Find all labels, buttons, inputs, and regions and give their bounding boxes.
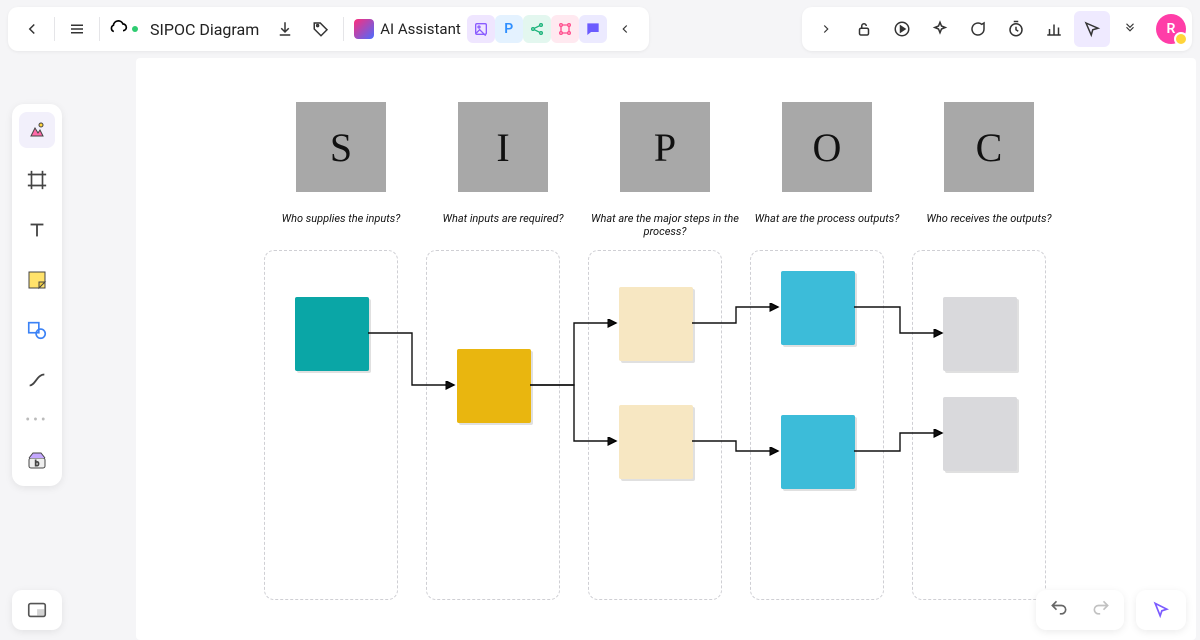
subtext-p: What are the major steps in the process? bbox=[585, 212, 745, 238]
library-tool[interactable]: b bbox=[19, 442, 55, 478]
header-i[interactable]: I bbox=[458, 102, 548, 192]
sparkle-button[interactable] bbox=[922, 11, 958, 47]
card-process-2[interactable] bbox=[619, 405, 693, 479]
card-input[interactable] bbox=[457, 349, 531, 423]
lane-inputs[interactable] bbox=[426, 250, 560, 600]
document-title[interactable]: SIPOC Diagram bbox=[142, 20, 267, 39]
minimap-button[interactable] bbox=[12, 590, 62, 630]
header-s[interactable]: S bbox=[296, 102, 386, 192]
chart-button[interactable] bbox=[1036, 11, 1072, 47]
text-tool[interactable] bbox=[19, 212, 55, 248]
header-c[interactable]: C bbox=[944, 102, 1034, 192]
avatar-initial: R bbox=[1167, 21, 1176, 37]
pointer-button[interactable] bbox=[1074, 11, 1110, 47]
ai-label: AI Assistant bbox=[380, 20, 461, 38]
lane-process[interactable] bbox=[588, 250, 722, 600]
card-customer-1[interactable] bbox=[943, 297, 1017, 371]
download-button[interactable] bbox=[267, 11, 303, 47]
comments-tool-button[interactable] bbox=[579, 15, 607, 43]
lock-button[interactable] bbox=[846, 11, 882, 47]
menu-button[interactable] bbox=[59, 11, 95, 47]
subtext-i: What inputs are required? bbox=[423, 212, 583, 225]
card-customer-2[interactable] bbox=[943, 397, 1017, 471]
frame-tool[interactable] bbox=[19, 162, 55, 198]
lane-outputs[interactable] bbox=[750, 250, 884, 600]
sipoc-headers: S Who supplies the inputs? I What inputs… bbox=[296, 102, 1034, 238]
undo-redo-group bbox=[1036, 590, 1124, 630]
sticky-tool[interactable] bbox=[19, 262, 55, 298]
subtext-c: Who receives the outputs? bbox=[909, 212, 1069, 225]
collapse-toolbar-button[interactable] bbox=[607, 11, 643, 47]
cursor-mode-button[interactable] bbox=[1136, 590, 1186, 630]
divider bbox=[99, 17, 100, 41]
card-output-1[interactable] bbox=[781, 271, 855, 345]
card-process-1[interactable] bbox=[619, 287, 693, 361]
sipoc-lanes bbox=[264, 250, 1046, 600]
header-o[interactable]: O bbox=[782, 102, 872, 192]
more-toolbar-button[interactable] bbox=[1112, 11, 1148, 47]
chat-button[interactable] bbox=[960, 11, 996, 47]
timer-button[interactable] bbox=[998, 11, 1034, 47]
card-output-2[interactable] bbox=[781, 415, 855, 489]
image-tool-button[interactable] bbox=[467, 15, 495, 43]
templates-tool[interactable] bbox=[19, 112, 55, 148]
ai-logo-icon bbox=[354, 19, 374, 39]
presentation-tool-button[interactable]: P bbox=[495, 15, 523, 43]
more-tools-icon[interactable]: ••• bbox=[25, 412, 48, 428]
card-supplier[interactable] bbox=[295, 297, 369, 371]
redo-button[interactable] bbox=[1091, 598, 1111, 622]
lane-suppliers[interactable] bbox=[264, 250, 398, 600]
undo-button[interactable] bbox=[1049, 598, 1069, 622]
prev-page-button[interactable] bbox=[808, 11, 844, 47]
avatar[interactable]: R bbox=[1156, 14, 1186, 44]
subtext-o: What are the process outputs? bbox=[747, 212, 907, 225]
connector-tool[interactable] bbox=[19, 362, 55, 398]
toolbox: ••• b bbox=[12, 104, 62, 486]
mindmap-tool-button[interactable] bbox=[551, 15, 579, 43]
divider bbox=[343, 17, 344, 41]
ai-assistant-button[interactable]: AI Assistant bbox=[348, 19, 467, 39]
divider bbox=[54, 17, 55, 41]
play-button[interactable] bbox=[884, 11, 920, 47]
lane-customers[interactable] bbox=[912, 250, 1046, 600]
header-p[interactable]: P bbox=[620, 102, 710, 192]
sync-status bbox=[104, 19, 142, 39]
svg-text:b: b bbox=[35, 459, 40, 468]
share-tool-button[interactable] bbox=[523, 15, 551, 43]
canvas[interactable]: S Who supplies the inputs? I What inputs… bbox=[88, 58, 1200, 640]
back-button[interactable] bbox=[14, 11, 50, 47]
subtext-s: Who supplies the inputs? bbox=[261, 212, 421, 225]
tag-button[interactable] bbox=[303, 11, 339, 47]
shape-tool[interactable] bbox=[19, 312, 55, 348]
